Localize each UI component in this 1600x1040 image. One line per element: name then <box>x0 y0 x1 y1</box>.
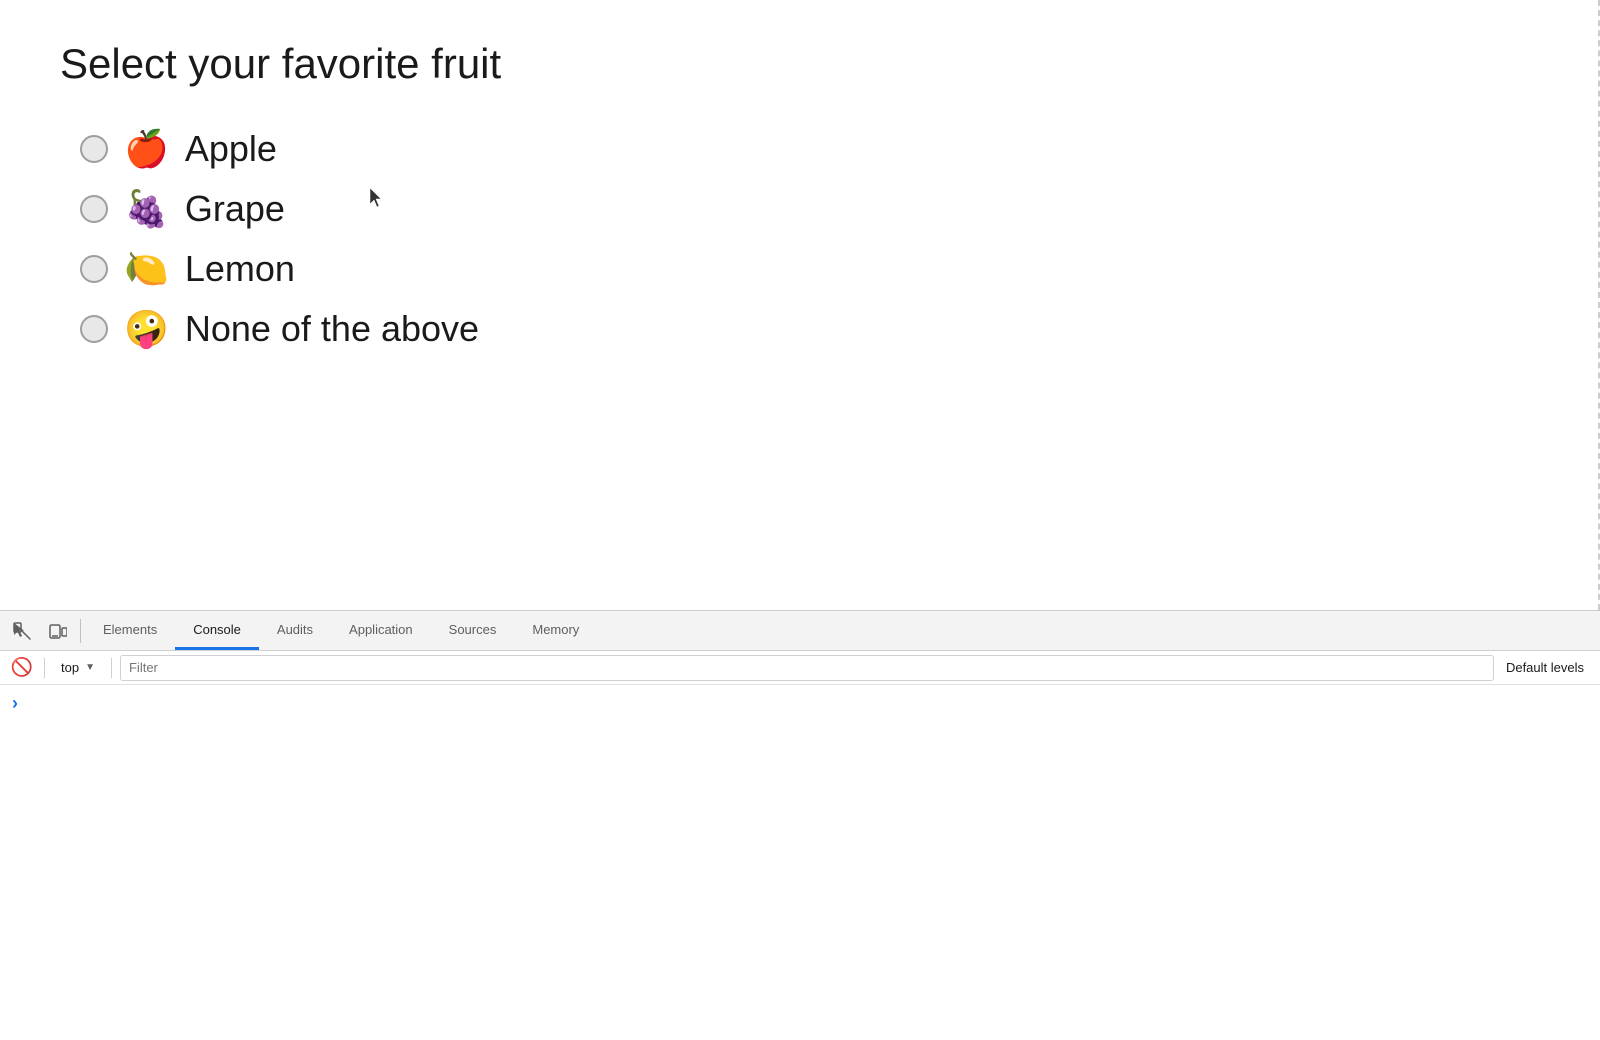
inspect-element-button[interactable] <box>4 613 40 649</box>
fruit-radio-group: 🍎 Apple 🍇 Grape 🍋 Lemon 🤪 None of the ab… <box>80 128 1540 350</box>
devtools-tabs: Elements Console Audits Application Sour… <box>85 611 597 650</box>
device-toolbar-button[interactable] <box>40 613 76 649</box>
page-title: Select your favorite fruit <box>60 40 1540 88</box>
filter-separator <box>111 658 112 678</box>
context-selector-button[interactable]: top ▼ <box>53 658 103 677</box>
tab-console[interactable]: Console <box>175 611 259 650</box>
cursor-inspect-icon <box>13 622 31 640</box>
tab-audits[interactable]: Audits <box>259 611 331 650</box>
apple-radio[interactable] <box>80 135 108 163</box>
list-item[interactable]: 🤪 None of the above <box>80 308 1540 350</box>
default-levels-button[interactable]: Default levels <box>1498 658 1592 677</box>
filter-input[interactable] <box>120 655 1494 681</box>
tab-sources[interactable]: Sources <box>431 611 515 650</box>
tab-elements[interactable]: Elements <box>85 611 175 650</box>
console-toolbar: 🚫 top ▼ Default levels <box>0 651 1600 685</box>
devtools-toolbar: Elements Console Audits Application Sour… <box>0 611 1600 651</box>
console-content[interactable]: › <box>0 685 1600 1040</box>
none-emoji: 🤪 <box>124 308 169 350</box>
page-content: Select your favorite fruit 🍎 Apple 🍇 Gra… <box>0 0 1600 610</box>
console-prompt: › <box>12 693 1588 714</box>
none-radio[interactable] <box>80 315 108 343</box>
list-item[interactable]: 🍇 Grape <box>80 188 1540 230</box>
device-icon <box>49 622 67 640</box>
tab-memory[interactable]: Memory <box>514 611 597 650</box>
lemon-emoji: 🍋 <box>124 248 169 290</box>
lemon-label: Lemon <box>185 248 295 290</box>
grape-radio[interactable] <box>80 195 108 223</box>
console-chevron-icon: › <box>12 693 18 714</box>
lemon-radio[interactable] <box>80 255 108 283</box>
grape-emoji: 🍇 <box>124 188 169 230</box>
apple-emoji: 🍎 <box>124 128 169 170</box>
tab-application[interactable]: Application <box>331 611 431 650</box>
list-item[interactable]: 🍋 Lemon <box>80 248 1540 290</box>
console-separator-1 <box>44 658 45 678</box>
list-item[interactable]: 🍎 Apple <box>80 128 1540 170</box>
apple-label: Apple <box>185 128 277 170</box>
no-entry-icon: 🚫 <box>11 657 33 678</box>
devtools-panel: Elements Console Audits Application Sour… <box>0 610 1600 1040</box>
clear-console-button[interactable]: 🚫 <box>8 654 36 682</box>
grape-label: Grape <box>185 188 285 230</box>
none-label: None of the above <box>185 308 479 350</box>
toolbar-separator-1 <box>80 619 81 643</box>
chevron-down-icon: ▼ <box>85 662 95 673</box>
context-label: top <box>61 660 79 675</box>
